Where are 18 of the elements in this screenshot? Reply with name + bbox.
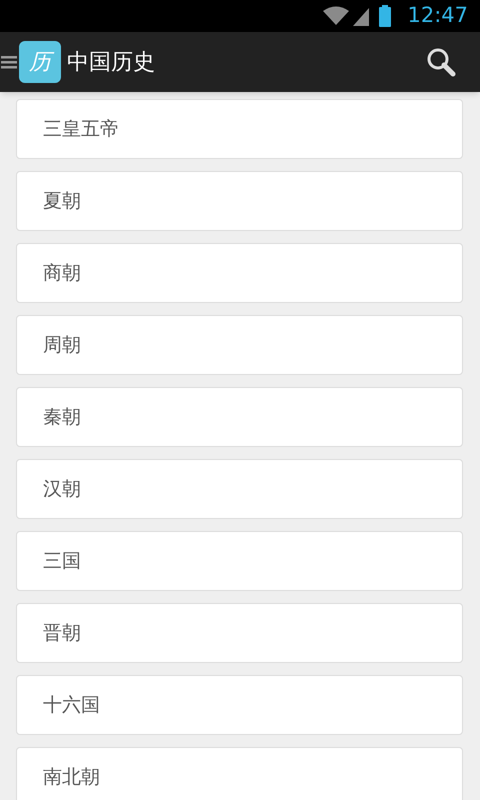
status-time: 12:47	[407, 2, 468, 30]
menu-icon[interactable]	[1, 54, 17, 70]
list-item[interactable]: 三国	[16, 531, 463, 591]
list-item[interactable]: 汉朝	[16, 459, 463, 519]
list-item[interactable]: 三皇五帝	[16, 99, 463, 159]
list-item[interactable]: 南北朝	[16, 747, 463, 800]
search-icon[interactable]	[426, 47, 456, 77]
battery-icon	[379, 5, 392, 27]
list-item[interactable]: 周朝	[16, 315, 463, 375]
list-item[interactable]: 夏朝	[16, 171, 463, 231]
signal-icon	[353, 6, 370, 26]
app-logo: 历	[19, 41, 61, 83]
wifi-icon	[323, 6, 350, 26]
list-item[interactable]: 晋朝	[16, 603, 463, 663]
list-item[interactable]: 商朝	[16, 243, 463, 303]
app-title: 中国历史	[67, 48, 155, 76]
list-item[interactable]: 秦朝	[16, 387, 463, 447]
list-item[interactable]: 十六国	[16, 675, 463, 735]
